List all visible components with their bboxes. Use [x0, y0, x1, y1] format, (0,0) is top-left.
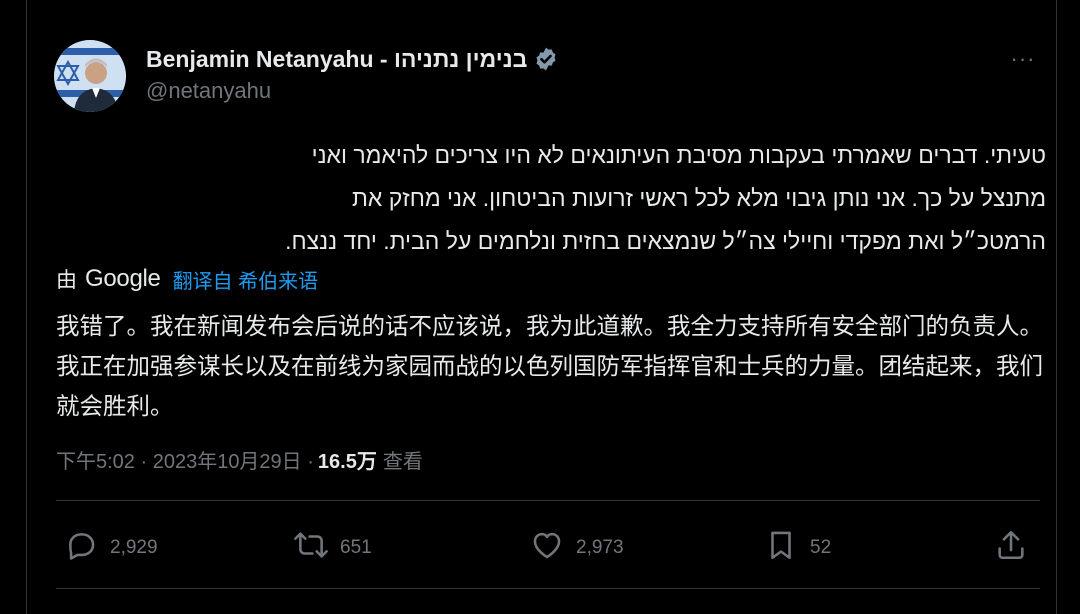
tweet-detail: Benjamin Netanyahu - בנימין נתניהו @neta… — [0, 0, 1080, 614]
share-button[interactable] — [994, 524, 1028, 572]
action-bar: 2,929 651 2,973 52 — [56, 524, 1040, 572]
hebrew-line: מתנצל על כך. אני נותן גיבוי מלא לכל ראשי… — [351, 185, 1046, 211]
repost-count: 651 — [340, 537, 372, 558]
display-name[interactable]: Benjamin Netanyahu - בנימין נתניהו — [146, 46, 527, 73]
like-button[interactable]: 2,973 — [530, 524, 624, 572]
bookmark-button[interactable]: 52 — [764, 524, 831, 572]
share-icon — [994, 528, 1028, 568]
reply-button[interactable]: 2,929 — [64, 524, 158, 572]
reply-count: 2,929 — [110, 537, 158, 558]
tweet-text-original: טעיתי. דברים שאמרתי בעקבות מסיבת העיתונא… — [56, 134, 1046, 263]
reply-icon — [64, 528, 98, 568]
right-border — [1056, 0, 1057, 614]
bottom-divider — [56, 588, 1040, 589]
repost-icon — [294, 528, 328, 568]
bookmark-icon — [764, 528, 798, 568]
bookmark-count: 52 — [810, 537, 832, 558]
tweet-text-translated: 我错了。我在新闻发布会后说的话不应该说，我为此道歉。我全力支持所有安全部门的负责… — [56, 313, 1043, 419]
verified-badge-icon — [533, 46, 559, 72]
heart-icon — [530, 528, 564, 568]
views-label: 查看 — [382, 450, 423, 473]
avatar[interactable] — [54, 40, 126, 112]
more-options-icon[interactable]: ··· — [1006, 46, 1040, 71]
google-logo: Google — [85, 265, 161, 292]
timestamp[interactable]: 下午5:02 · 2023年10月29日 · — [56, 445, 314, 474]
views-count: 16.5万 — [317, 450, 377, 473]
handle[interactable]: @netanyahu — [146, 78, 271, 104]
tweet-meta: 下午5:02 · 2023年10月29日 · 16.5万 查看 — [56, 442, 423, 476]
left-border — [26, 0, 27, 614]
translated-by-label: 由 — [56, 269, 77, 292]
hebrew-line: טעיתי. דברים שאמרתי בעקבות מסיבת העיתונא… — [311, 142, 1046, 168]
hebrew-line: הרמטכ״ל ואת מפקדי וחיילי צה״ל שנמצאים בח… — [285, 228, 1046, 254]
like-count: 2,973 — [576, 537, 624, 558]
translated-from-link[interactable]: 翻译自 希伯来语 — [173, 265, 319, 294]
translation-attribution: 由 Google 翻译自 希伯来语 — [56, 262, 318, 296]
display-name-row[interactable]: Benjamin Netanyahu - בנימין נתניהו — [146, 42, 559, 76]
divider — [56, 500, 1040, 501]
repost-button[interactable]: 651 — [294, 524, 372, 572]
